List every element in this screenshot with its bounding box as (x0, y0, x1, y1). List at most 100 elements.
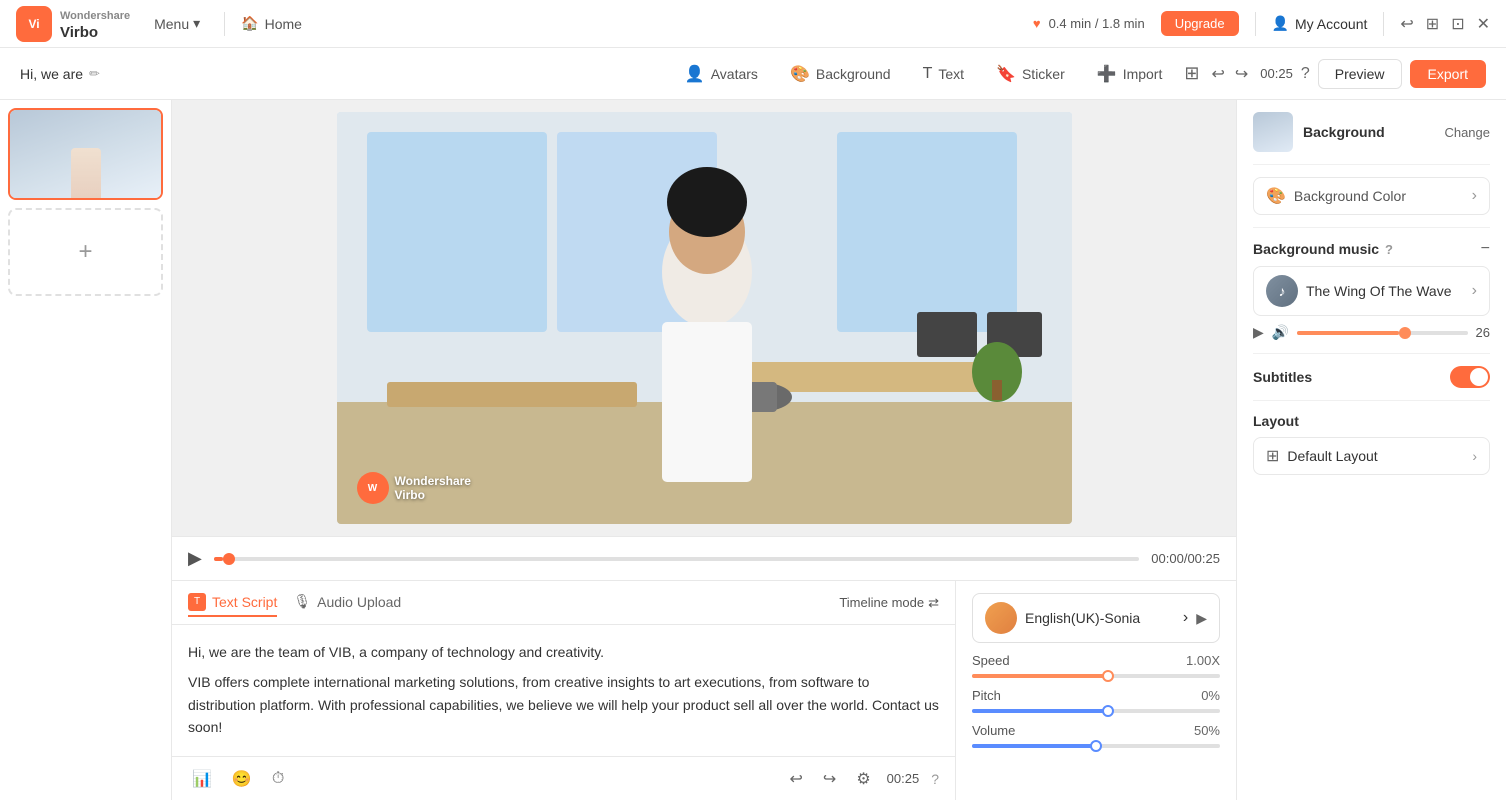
script-help-icon[interactable]: ? (931, 771, 939, 787)
speed-thumb[interactable] (1102, 670, 1114, 682)
script-tabs: T Text Script 🎙 Audio Upload Timeline mo… (172, 581, 955, 625)
account-area[interactable]: 👤 My Account (1272, 15, 1368, 32)
timeline-bar: ▶ 00:00/00:25 (172, 536, 1236, 580)
sticker-icon: 🔖 (996, 64, 1016, 84)
music-controls: ▶ 🔊 26 (1253, 324, 1490, 341)
undo-history-icon[interactable]: ↩ (1400, 14, 1413, 34)
canvas-area: W Wondershare Virbo ▶ 00:00/00:25 (172, 100, 1236, 800)
pitch-control: Pitch 0% (972, 688, 1220, 713)
volume-fill (972, 744, 1096, 748)
layout-grid-icon: ⊞ (1266, 446, 1279, 466)
music-volume-track[interactable] (1297, 331, 1467, 335)
nav-divider (224, 12, 225, 36)
music-volume-icon: 🔊 (1272, 324, 1289, 341)
grid-view-icon[interactable]: ⊞ (1426, 14, 1439, 34)
close-icon[interactable]: ✕ (1477, 14, 1490, 34)
background-button[interactable]: 🎨 Background (776, 58, 905, 90)
toolbar-right: ⊞ ↩ ↪ 00:25 ? Preview Export (1184, 59, 1486, 89)
voice-selector[interactable]: English(UK)-Sonia › ▶ (972, 593, 1220, 643)
script-duration: 00:25 (887, 771, 920, 786)
bg-color-chevron: › (1472, 187, 1477, 205)
script-tool-settings[interactable]: ⚙ (852, 765, 874, 793)
layout-name: Default Layout (1287, 448, 1472, 464)
script-toolbar: 📊 😊 ⏱ ↩ ↪ ⚙ 00:25 ? (172, 756, 955, 800)
script-undo-button[interactable]: ↩ (786, 765, 807, 793)
video-frame: W Wondershare Virbo (337, 112, 1072, 524)
voice-play-button[interactable]: ▶ (1196, 610, 1207, 627)
script-content[interactable]: Hi, we are the team of VIB, a company of… (172, 625, 955, 756)
undo-button[interactable]: ↩ (1207, 60, 1228, 88)
play-button[interactable]: ▶ (188, 548, 202, 569)
volume-slider[interactable] (972, 744, 1220, 748)
background-color-row[interactable]: 🎨 Background Color › (1253, 177, 1490, 215)
watermark-logo: W (357, 472, 389, 504)
music-selector[interactable]: ♪ The Wing Of The Wave › (1253, 266, 1490, 316)
volume-control: Volume 50% (972, 723, 1220, 748)
sticker-button[interactable]: 🔖 Sticker (982, 58, 1079, 90)
script-tool-time[interactable]: ⏱ (268, 766, 288, 792)
background-icon: 🎨 (790, 64, 810, 84)
music-help-icon[interactable]: ? (1385, 242, 1393, 257)
slide-item-1[interactable]: 1 (8, 108, 163, 200)
divider-1 (1253, 164, 1490, 165)
tab-audio-upload[interactable]: 🎙 Audio Upload (293, 589, 401, 616)
music-title: The Wing Of The Wave (1306, 283, 1464, 299)
redo-button[interactable]: ↪ (1231, 60, 1252, 88)
progress-fill (214, 557, 223, 561)
account-icon: 👤 (1272, 15, 1289, 32)
pitch-thumb[interactable] (1102, 705, 1114, 717)
script-redo-button[interactable]: ↪ (819, 765, 840, 793)
layout-selector[interactable]: ⊞ Default Layout › (1253, 437, 1490, 475)
voice-name: English(UK)-Sonia (1025, 610, 1175, 626)
project-title: Hi, we are ✏ (20, 66, 100, 82)
logo: Vi WondershareVirbo (16, 6, 130, 42)
export-button[interactable]: Export (1410, 60, 1486, 88)
add-slide-button[interactable]: + (8, 208, 163, 296)
progress-thumb[interactable] (223, 553, 235, 565)
import-button[interactable]: ➕ Import (1083, 58, 1177, 90)
menu-button[interactable]: Menu ▾ (146, 11, 208, 36)
divider-2 (1253, 227, 1490, 228)
pitch-slider[interactable] (972, 709, 1220, 713)
change-background-button[interactable]: Change (1444, 125, 1490, 140)
music-play-button[interactable]: ▶ (1253, 324, 1264, 341)
usage-time: ♥ 0.4 min / 1.8 min (1033, 16, 1145, 31)
text-button[interactable]: T Text (909, 59, 978, 89)
text-script-icon: T (188, 593, 206, 611)
avatars-button[interactable]: 👤 Avatars (671, 58, 772, 90)
toolbar-help-icon[interactable]: ? (1301, 65, 1310, 83)
voice-expand-icon: › (1183, 609, 1188, 627)
music-label: Background music ? (1253, 241, 1393, 257)
home-button[interactable]: 🏠 Home (241, 15, 302, 32)
background-color-label: 🎨 Background Color (1266, 186, 1406, 206)
music-volume-thumb[interactable] (1399, 327, 1411, 339)
tab-text-script[interactable]: T Text Script (188, 589, 277, 617)
script-tool-chart[interactable]: 📊 (188, 765, 216, 793)
pitch-fill (972, 709, 1108, 713)
divider-4 (1253, 400, 1490, 401)
edit-title-icon[interactable]: ✏ (89, 66, 100, 82)
subtitles-toggle[interactable] (1450, 366, 1490, 388)
voice-panel: English(UK)-Sonia › ▶ Speed 1.00X (956, 581, 1236, 800)
slide-thumb-inner (10, 110, 161, 198)
volume-thumb[interactable] (1090, 740, 1102, 752)
music-collapse-button[interactable]: − (1481, 240, 1490, 258)
upgrade-button[interactable]: Upgrade (1161, 11, 1239, 36)
volume-header: Volume 50% (972, 723, 1220, 738)
subtitles-label: Subtitles (1253, 369, 1312, 385)
progress-track[interactable] (214, 557, 1139, 561)
pitch-header: Pitch 0% (972, 688, 1220, 703)
home-icon: 🏠 (241, 15, 258, 32)
text-icon: T (923, 65, 933, 83)
logo-text: WondershareVirbo (60, 6, 130, 42)
timeline-mode-button[interactable]: Timeline mode ⇄ (839, 595, 939, 611)
preview-button[interactable]: Preview (1318, 59, 1402, 89)
music-section: Background music ? − ♪ The Wing Of The W… (1253, 240, 1490, 341)
script-tool-emoji[interactable]: 😊 (228, 765, 256, 793)
logo-icon: Vi (16, 6, 52, 42)
speed-fill (972, 674, 1108, 678)
layout-view-icon[interactable]: ⊞ (1184, 63, 1199, 84)
window-icon[interactable]: ⊡ (1451, 14, 1464, 34)
slide-thumbnail (10, 110, 161, 198)
speed-slider[interactable] (972, 674, 1220, 678)
